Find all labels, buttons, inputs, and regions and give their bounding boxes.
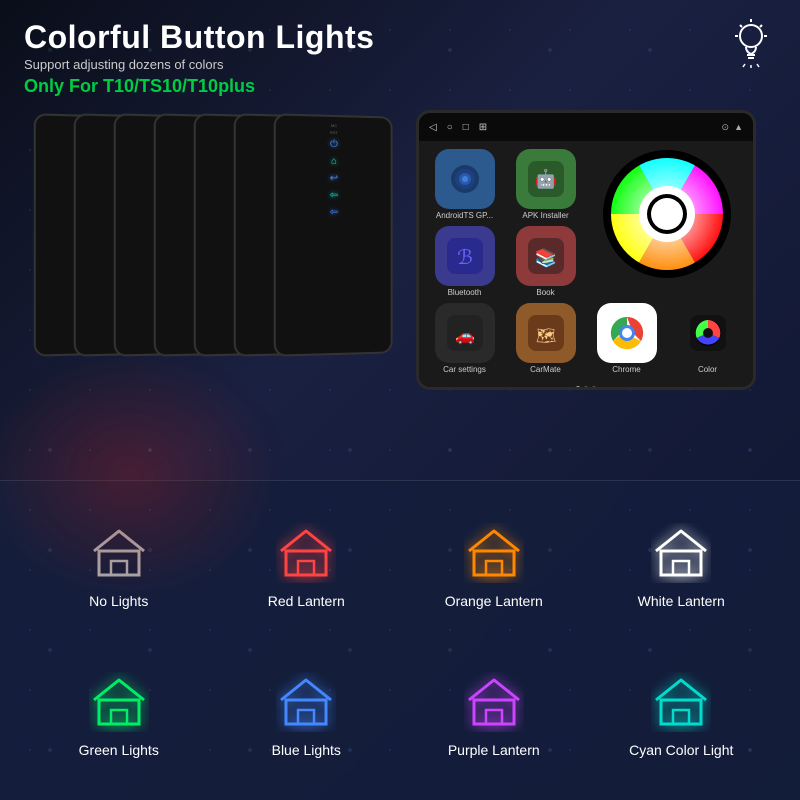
dot-2 <box>584 386 588 390</box>
dot-1 <box>576 386 580 390</box>
svg-text:🤖: 🤖 <box>534 168 556 189</box>
app-icon-chrome <box>597 303 657 363</box>
app-label-carmate: CarMate <box>530 365 561 374</box>
header-section: Colorful Button Lights Support adjusting… <box>24 20 776 97</box>
compatibility-text: Only For T10/TS10/T10plus <box>24 76 776 97</box>
main-title: Colorful Button Lights <box>24 20 776 55</box>
location-icon: ⊙ <box>722 122 730 133</box>
content: Colorful Button Lights Support adjusting… <box>0 0 800 425</box>
color-wheel-container <box>602 149 732 279</box>
screen-stack: MC RST ⏻ ⌂ ↩ ⇦ ⇦ MC RST ⏻ <box>34 115 454 395</box>
svg-text:ℬ: ℬ <box>457 247 473 269</box>
screen-cyan: MC RST ⏻ ⌂ ↩ ⇦ ⇦ <box>274 113 393 356</box>
screen-top-bar: ◁ ○ □ ⊞ ⊙ ▲ <box>419 113 753 141</box>
home-icon: ○ <box>447 122 453 133</box>
svg-text:🚗: 🚗 <box>455 328 475 345</box>
svg-text:📚: 📚 <box>534 248 556 268</box>
back-icon: ◁ <box>429 122 437 133</box>
app-carmate[interactable]: 🗺 CarMate <box>508 303 583 374</box>
app-label-apk: APK Installer <box>522 211 568 220</box>
app-icon-color <box>678 303 738 363</box>
app-label-book: Book <box>536 288 554 297</box>
app-apk[interactable]: 🤖 APK Installer <box>508 149 583 220</box>
app-colorwheel[interactable] <box>589 149 745 297</box>
app-book[interactable]: 📚 Book <box>508 226 583 297</box>
app-icon-carmate: 🗺 <box>516 303 576 363</box>
app-label-color: Color <box>698 365 717 374</box>
app-icon-androidts <box>435 149 495 209</box>
app-label-chrome: Chrome <box>612 365 640 374</box>
main-screen: ◁ ○ □ ⊞ ⊙ ▲ AndroidTS GP... <box>416 110 756 390</box>
subtitle: Support adjusting dozens of colors <box>24 57 776 72</box>
wifi-icon: ▲ <box>734 122 743 132</box>
app-carsettings[interactable]: 🚗 Car settings <box>427 303 502 374</box>
app-chrome[interactable]: Chrome <box>589 303 664 374</box>
app-label-carsettings: Car settings <box>443 365 486 374</box>
app-grid: AndroidTS GP... 🤖 APK Installer <box>419 141 753 382</box>
app-androidts[interactable]: AndroidTS GP... <box>427 149 502 220</box>
nav-icons: ◁ ○ □ ⊞ <box>429 122 487 133</box>
svg-text:🗺: 🗺 <box>535 328 555 345</box>
app-bluetooth[interactable]: ℬ Bluetooth <box>427 226 502 297</box>
app-label-bluetooth: Bluetooth <box>448 288 482 297</box>
app-icon-bluetooth: ℬ <box>435 226 495 286</box>
dot-3 <box>592 386 596 390</box>
screens-area: MC RST ⏻ ⌂ ↩ ⇦ ⇦ MC RST ⏻ <box>24 105 776 425</box>
bulb-icon <box>726 18 776 68</box>
app-color[interactable]: Color <box>670 303 745 374</box>
app-icon-book: 📚 <box>516 226 576 286</box>
screen-dots <box>419 382 753 390</box>
menu-icon: ⊞ <box>479 122 487 133</box>
color-wheel-svg <box>602 149 732 279</box>
app-icon-carsettings: 🚗 <box>435 303 495 363</box>
app-label-androidts: AndroidTS GP... <box>436 211 493 220</box>
app-icon-apk: 🤖 <box>516 149 576 209</box>
square-icon: □ <box>463 122 469 133</box>
status-bar: ⊙ ▲ <box>722 122 743 133</box>
